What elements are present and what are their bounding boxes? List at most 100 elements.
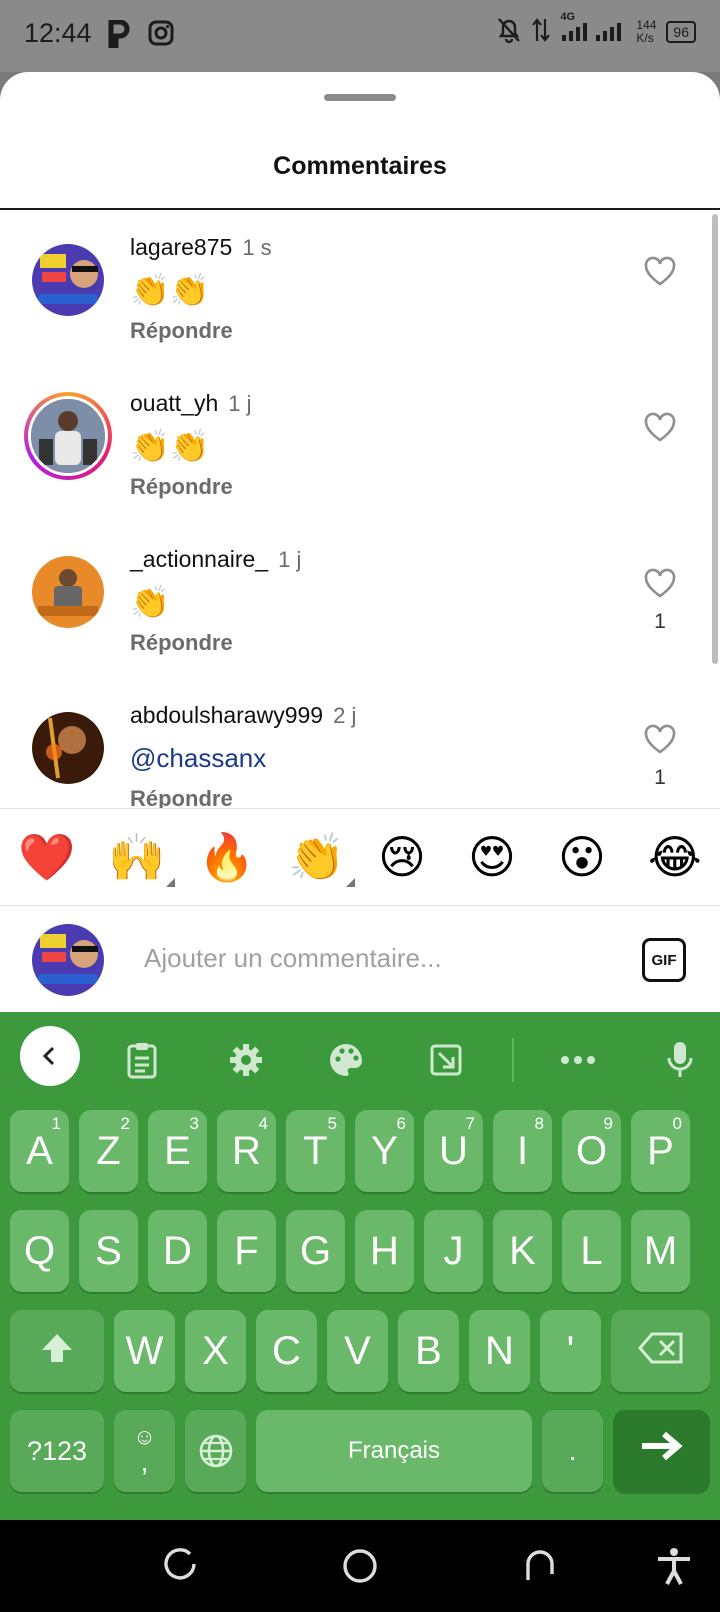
divider <box>0 208 720 210</box>
microphone-icon[interactable] <box>654 1034 706 1086</box>
emoji-heart-eyes-button[interactable]: 😍 <box>468 829 516 885</box>
theme-palette-icon[interactable] <box>320 1034 372 1086</box>
comment-item: ouatt_yh 1 j 👏👏 Répondre <box>0 368 720 528</box>
avatar[interactable] <box>32 244 104 316</box>
comment-time: 1 s <box>242 235 272 260</box>
comment-text: 👏 <box>130 584 170 620</box>
key-d[interactable]: D <box>148 1210 207 1292</box>
scrollbar[interactable] <box>712 214 718 664</box>
key-j[interactable]: J <box>424 1210 483 1292</box>
emoji-quick-bar: ❤️ 🙌 🔥 👏 😢 😍 😮 😂 <box>0 808 720 906</box>
status-time: 12:44 <box>24 18 92 48</box>
like-heart-icon[interactable] <box>644 412 676 442</box>
like-count: 1 <box>654 610 666 633</box>
signal-icon: 4G <box>560 11 626 46</box>
emoji-fire-button[interactable]: 🔥 <box>198 829 255 885</box>
reply-button[interactable]: Répondre <box>130 474 233 500</box>
gif-button[interactable]: GIF <box>642 938 686 982</box>
resize-keyboard-icon[interactable] <box>420 1034 472 1086</box>
comment-list[interactable]: lagare875 1 s 👏👏 Répondre ouatt_yh 1 j 👏👏 … <box>0 212 720 812</box>
avatar[interactable] <box>32 712 104 784</box>
emoji-laughing-button[interactable]: 😂 <box>648 829 702 885</box>
send-button[interactable] <box>613 1410 710 1492</box>
like-heart-icon[interactable] <box>644 256 676 286</box>
comment-item: lagare875 1 s 👏👏 Répondre <box>0 212 720 372</box>
emoji-raising-hands-button[interactable]: 🙌 <box>108 829 176 887</box>
key-apostrophe[interactable]: ' <box>540 1310 601 1392</box>
emoji-crying-button[interactable]: 😢 <box>378 829 426 885</box>
key-w[interactable]: W <box>114 1310 175 1392</box>
more-options-icon[interactable] <box>552 1034 604 1086</box>
key-r[interactable]: R4 <box>217 1110 276 1192</box>
emoji-clap-button[interactable]: 👏 <box>288 829 356 887</box>
key-k[interactable]: K <box>493 1210 552 1292</box>
comment-text: 👏👏 <box>130 428 210 464</box>
shift-arrow-icon <box>40 1329 74 1374</box>
key-v[interactable]: V <box>327 1310 388 1392</box>
key-z[interactable]: Z2 <box>79 1110 138 1192</box>
key-f[interactable]: F <box>217 1210 276 1292</box>
clipboard-icon[interactable] <box>116 1034 168 1086</box>
avatar-story-ring[interactable] <box>24 392 112 480</box>
key-c[interactable]: C <box>256 1310 317 1392</box>
key-s[interactable]: S <box>79 1210 138 1292</box>
key-y[interactable]: Y6 <box>355 1110 414 1192</box>
comment-text: 👏👏 <box>130 272 210 308</box>
key-g[interactable]: G <box>286 1210 345 1292</box>
key-m[interactable]: M <box>631 1210 690 1292</box>
key-n[interactable]: N <box>469 1310 530 1392</box>
key-p[interactable]: P0 <box>631 1110 690 1192</box>
emoji-heart-button[interactable]: ❤️ <box>18 829 75 885</box>
reply-button[interactable]: Répondre <box>130 630 233 656</box>
accessibility-icon[interactable] <box>654 1546 694 1586</box>
data-transfer-icon <box>532 17 551 46</box>
like-heart-icon[interactable] <box>644 568 676 598</box>
key-o[interactable]: O9 <box>562 1110 621 1192</box>
network-speed: 144 K/s <box>636 17 657 45</box>
backspace-key[interactable] <box>611 1310 710 1392</box>
key-x[interactable]: X <box>185 1310 246 1392</box>
settings-gear-icon[interactable] <box>220 1034 272 1086</box>
current-user-avatar <box>32 924 104 996</box>
key-e[interactable]: E3 <box>148 1110 207 1192</box>
period-key[interactable]: . <box>542 1410 603 1492</box>
keyboard-toolbar <box>0 1012 720 1108</box>
system-nav-bar <box>0 1520 720 1612</box>
language-globe-icon[interactable] <box>185 1410 246 1492</box>
comment-username[interactable]: ouatt_yh 1 j <box>130 390 252 417</box>
toolbar-separator <box>512 1038 514 1082</box>
key-b[interactable]: B <box>398 1310 459 1392</box>
avatar[interactable] <box>32 556 104 628</box>
reply-button[interactable]: Répondre <box>130 318 233 344</box>
like-heart-icon[interactable] <box>644 724 676 754</box>
key-t[interactable]: T5 <box>286 1110 345 1192</box>
more-variants-indicator <box>166 878 176 887</box>
shift-key[interactable] <box>10 1310 104 1392</box>
key-h[interactable]: H <box>355 1210 414 1292</box>
back-icon[interactable] <box>520 1546 560 1586</box>
key-q[interactable]: Q <box>10 1210 69 1292</box>
key-l[interactable]: L <box>562 1210 621 1292</box>
more-variants-indicator <box>346 878 356 887</box>
emoji-comma-key[interactable]: ☺ , <box>114 1410 175 1492</box>
home-icon[interactable] <box>340 1546 380 1586</box>
key-a[interactable]: A1 <box>10 1110 69 1192</box>
key-i[interactable]: I8 <box>493 1110 552 1192</box>
instagram-icon <box>148 20 174 51</box>
back-chevron-icon[interactable] <box>20 1026 80 1086</box>
comment-input[interactable] <box>144 936 584 980</box>
parking-icon <box>108 19 130 53</box>
comment-mention-link[interactable]: @chassanx <box>130 738 266 778</box>
comment-username[interactable]: abdoulsharawy999 2 j <box>130 702 356 729</box>
comment-time: 2 j <box>333 703 357 728</box>
symbols-key[interactable]: ?123 <box>10 1410 104 1492</box>
emoji-surprised-button[interactable]: 😮 <box>558 829 606 885</box>
drag-handle[interactable] <box>324 94 396 101</box>
bell-muted-icon <box>496 16 522 47</box>
comment-username[interactable]: lagare875 1 s <box>130 234 272 261</box>
space-key[interactable]: Français <box>256 1410 532 1492</box>
recent-apps-icon[interactable] <box>160 1546 200 1586</box>
key-u[interactable]: U7 <box>424 1110 483 1192</box>
comment-username[interactable]: _actionnaire_ 1 j <box>130 546 301 573</box>
avatar <box>28 396 108 476</box>
